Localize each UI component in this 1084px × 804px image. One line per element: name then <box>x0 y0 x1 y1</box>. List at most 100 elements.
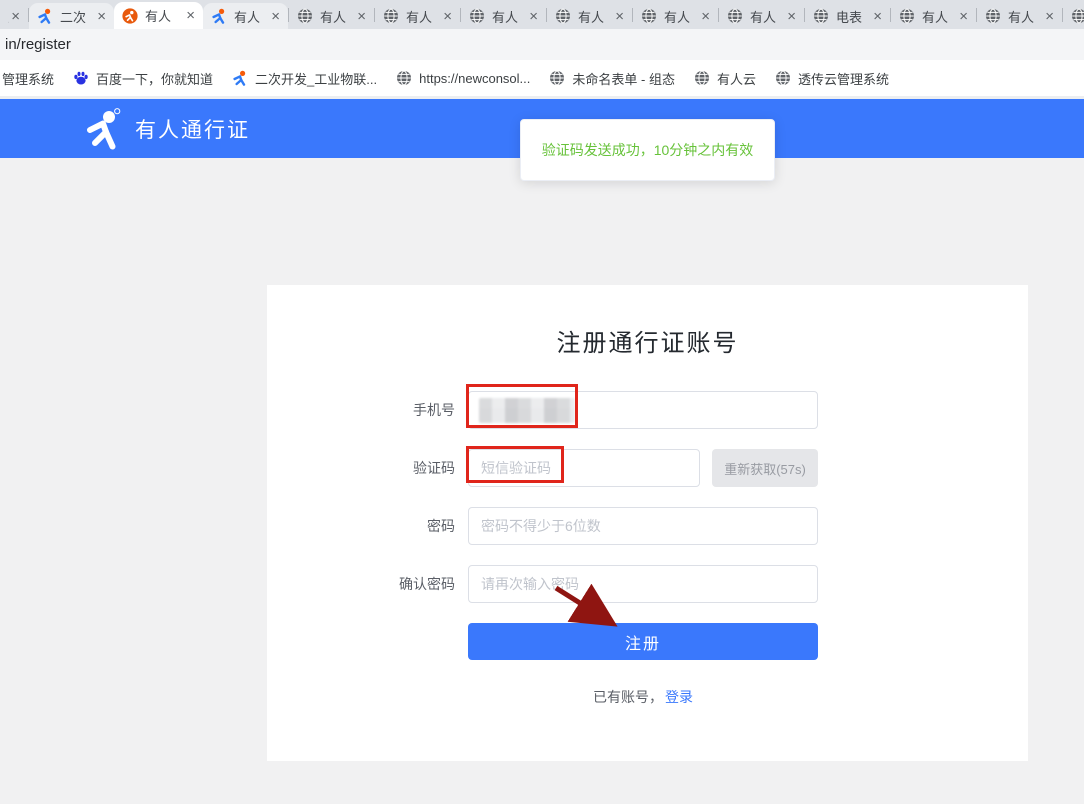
bookmark-item[interactable]: 未命名表单 - 组态 <box>549 69 675 88</box>
code-label: 验证码 <box>267 458 468 478</box>
tab-close-icon[interactable]: × <box>8 9 23 24</box>
tab-close-icon[interactable]: × <box>268 9 283 24</box>
login-link[interactable]: 登录 <box>665 689 693 705</box>
tab-close-icon[interactable]: × <box>956 9 971 24</box>
orange-usr-icon <box>122 8 138 24</box>
globe-icon <box>985 8 1001 24</box>
tab-close-icon[interactable]: × <box>354 9 369 24</box>
bookmark-item[interactable]: 有人云 <box>694 69 756 88</box>
tab-label: 二次 <box>60 7 94 26</box>
tab-label: 有人 <box>145 6 183 25</box>
tab-label: 有人 <box>1008 7 1042 26</box>
globe-icon <box>727 8 743 24</box>
usr-person-icon <box>37 8 53 24</box>
phone-label: 手机号 <box>267 400 468 420</box>
have-account-text: 已有账号， <box>593 689 663 705</box>
bookmark-item[interactable]: https://newconsol... <box>396 70 530 86</box>
tab-label: 有人 <box>750 7 784 26</box>
masked-phone-value <box>479 398 575 423</box>
register-button[interactable]: 注册 <box>468 623 818 660</box>
browser-tab[interactable] <box>1063 3 1084 29</box>
bookmarks-bar: 管理系统 百度一下，你就知道 二次开发_工业物联... https://newcons… <box>0 60 1084 96</box>
bookmark-label: https://newconsol... <box>419 71 530 86</box>
register-form: 手机号 验证码 重新获取(57s) 密码 确认密码 <box>267 391 1028 707</box>
bookmark-item[interactable]: 百度一下，你就知道 <box>73 69 213 88</box>
page-content: 有人通行证 验证码发送成功，10分钟之内有效 注册通行证账号 手机号 验证码 重… <box>0 99 1084 804</box>
tab-label: 有人 <box>664 7 698 26</box>
browser-window: 人×二次×有人×有人×有人×有人×有人×有人×有人×有人×电表×有人×有人× i… <box>0 0 1084 804</box>
browser-tab[interactable]: 人× <box>0 3 28 29</box>
baidu-icon <box>73 70 89 86</box>
globe-icon <box>396 70 412 86</box>
tab-close-icon[interactable]: × <box>870 9 885 24</box>
browser-tab[interactable]: 有人× <box>547 3 632 29</box>
tab-close-icon[interactable]: × <box>784 9 799 24</box>
tab-close-icon[interactable]: × <box>526 9 541 24</box>
address-url[interactable]: in/register <box>5 36 71 53</box>
usr-person-icon <box>232 70 248 86</box>
browser-tab[interactable]: 有人× <box>461 3 546 29</box>
browser-tab[interactable]: 有人× <box>891 3 976 29</box>
globe-icon <box>555 8 571 24</box>
bookmark-item[interactable]: 二次开发_工业物联... <box>232 69 377 88</box>
password-input[interactable] <box>468 507 818 545</box>
globe-icon <box>694 70 710 86</box>
bookmark-label: 有人云 <box>717 69 756 88</box>
address-bar[interactable]: in/register <box>0 29 1084 60</box>
bookmark-label: 管理系统 <box>2 69 54 88</box>
bookmark-label: 二次开发_工业物联... <box>255 69 377 88</box>
browser-tab[interactable]: 有人× <box>977 3 1062 29</box>
tab-label: 有人 <box>492 7 526 26</box>
globe-icon <box>1071 8 1084 24</box>
bookmark-label: 透传云管理系统 <box>798 69 889 88</box>
usr-logo-icon <box>85 108 121 150</box>
browser-tab-active[interactable]: 有人× <box>114 2 203 29</box>
tab-label: 电表 <box>836 7 870 26</box>
tab-close-icon[interactable]: × <box>94 9 109 24</box>
globe-icon <box>813 8 829 24</box>
card-footer: 已有账号，登录 <box>468 687 818 707</box>
register-card: 注册通行证账号 手机号 验证码 重新获取(57s) 密码 <box>267 285 1028 761</box>
bookmark-item[interactable]: 管理系统 <box>2 69 54 88</box>
browser-tab[interactable]: 二次× <box>29 3 114 29</box>
bookmark-item[interactable]: 透传云管理系统 <box>775 69 889 88</box>
tab-label: 有人 <box>234 7 268 26</box>
phone-input[interactable] <box>468 391 818 429</box>
page-title: 注册通行证账号 <box>267 323 1028 358</box>
browser-tab[interactable]: 有人× <box>633 3 718 29</box>
globe-icon <box>775 70 791 86</box>
browser-tab[interactable]: 有人× <box>289 3 374 29</box>
bookmark-label: 百度一下，你就知道 <box>96 69 213 88</box>
toast-message: 验证码发送成功，10分钟之内有效 <box>542 140 754 160</box>
tab-label: 有人 <box>406 7 440 26</box>
toast-notification: 验证码发送成功，10分钟之内有效 <box>520 119 775 181</box>
password-row: 密码 <box>267 507 1028 545</box>
password-label: 密码 <box>267 516 468 536</box>
tab-close-icon[interactable]: × <box>440 9 455 24</box>
tab-close-icon[interactable]: × <box>698 9 713 24</box>
code-input[interactable] <box>468 449 700 487</box>
confirm-password-row: 确认密码 <box>267 565 1028 603</box>
tab-close-icon[interactable]: × <box>612 9 627 24</box>
brand-title: 有人通行证 <box>135 114 250 144</box>
globe-icon <box>297 8 313 24</box>
browser-tab[interactable]: 电表× <box>805 3 890 29</box>
globe-icon <box>469 8 485 24</box>
confirm-password-input[interactable] <box>468 565 818 603</box>
bookmark-label: 未命名表单 - 组态 <box>572 69 675 88</box>
tab-label: 有人 <box>578 7 612 26</box>
browser-tab[interactable]: 有人× <box>719 3 804 29</box>
globe-icon <box>549 70 565 86</box>
tab-label: 有人 <box>320 7 354 26</box>
tab-strip: 人×二次×有人×有人×有人×有人×有人×有人×有人×有人×电表×有人×有人× <box>0 0 1084 29</box>
tab-close-icon[interactable]: × <box>1042 9 1057 24</box>
confirm-password-label: 确认密码 <box>267 574 468 594</box>
usr-person-icon <box>211 8 227 24</box>
browser-tab[interactable]: 有人× <box>375 3 460 29</box>
tab-label: 有人 <box>922 7 956 26</box>
globe-icon <box>383 8 399 24</box>
resend-code-button[interactable]: 重新获取(57s) <box>712 449 818 487</box>
browser-tab[interactable]: 有人× <box>203 3 288 29</box>
tab-close-icon[interactable]: × <box>183 8 198 23</box>
phone-row: 手机号 <box>267 391 1028 429</box>
